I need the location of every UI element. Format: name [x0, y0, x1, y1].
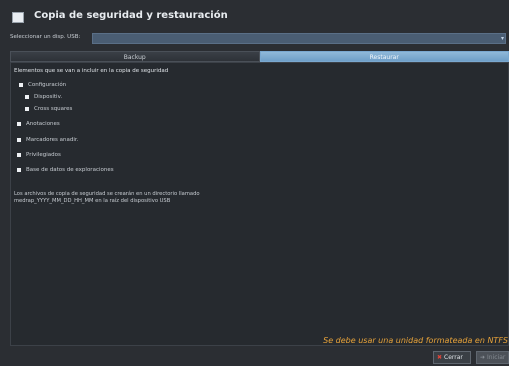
- close-icon: ✖: [437, 354, 443, 361]
- checkbox-icon: [17, 121, 21, 126]
- start-button[interactable]: ➜ Iniciar: [476, 351, 509, 364]
- button-bar: ✖ Cerrar ➜ Iniciar: [0, 346, 509, 366]
- checkbox-icon: [17, 137, 21, 142]
- option-label: Marcadores anadir.: [26, 137, 79, 143]
- info-text: Los archivos de copia de seguridad se cr…: [14, 191, 200, 205]
- option-configuracion[interactable]: Configuración: [19, 82, 66, 88]
- chevron-down-icon: ▾: [500, 35, 504, 42]
- window-icon: [12, 12, 24, 23]
- window-title: Copia de seguridad y restauración: [34, 10, 228, 21]
- option-label: Base de datos de exploraciones: [26, 167, 114, 173]
- arrow-right-icon: ➜: [480, 354, 486, 361]
- option-label: Privilegiados: [26, 152, 61, 158]
- checkbox-icon: [25, 94, 29, 99]
- option-label: Anotaciones: [26, 121, 60, 127]
- tab-backup[interactable]: Backup: [10, 51, 260, 62]
- close-label: Cerrar: [444, 354, 463, 361]
- option-label: Cross squares: [34, 106, 73, 112]
- checkbox-icon: [25, 106, 29, 111]
- close-button[interactable]: ✖ Cerrar: [433, 351, 471, 364]
- device-select[interactable]: ▾: [92, 33, 506, 44]
- backup-panel: Elementos que se van a incluir en la cop…: [10, 62, 509, 346]
- device-row: Seleccionar un disp. USB: ▾: [0, 32, 509, 46]
- checkbox-icon: [17, 152, 21, 157]
- checkbox-icon: [19, 82, 23, 87]
- ntfs-warning: Se debe usar una unidad formateada en NT…: [323, 336, 508, 345]
- info-line: Los archivos de copia de seguridad se cr…: [14, 191, 200, 197]
- option-dispositivos[interactable]: Dispositiv.: [25, 94, 62, 100]
- section-heading: Elementos que se van a incluir en la cop…: [14, 68, 169, 74]
- tab-bar: Backup Restaurar: [10, 51, 509, 62]
- option-base-datos[interactable]: Base de datos de exploraciones: [17, 167, 114, 173]
- option-cross-squares[interactable]: Cross squares: [25, 106, 72, 112]
- start-label: Iniciar: [487, 354, 506, 361]
- device-label: Seleccionar un disp. USB:: [10, 34, 81, 40]
- option-marcadores[interactable]: Marcadores anadir.: [17, 137, 78, 143]
- tab-restore[interactable]: Restaurar: [259, 51, 509, 62]
- checkbox-icon: [17, 167, 21, 172]
- info-line: medrap_YYYY_MM_DD_HH_MM en la raíz del d…: [14, 198, 171, 204]
- option-label: Dispositiv.: [34, 94, 63, 100]
- option-label: Configuración: [28, 82, 67, 88]
- option-anotaciones[interactable]: Anotaciones: [17, 121, 60, 127]
- title-bar: Copia de seguridad y restauración: [0, 0, 509, 32]
- option-privilegiados[interactable]: Privilegiados: [17, 152, 61, 158]
